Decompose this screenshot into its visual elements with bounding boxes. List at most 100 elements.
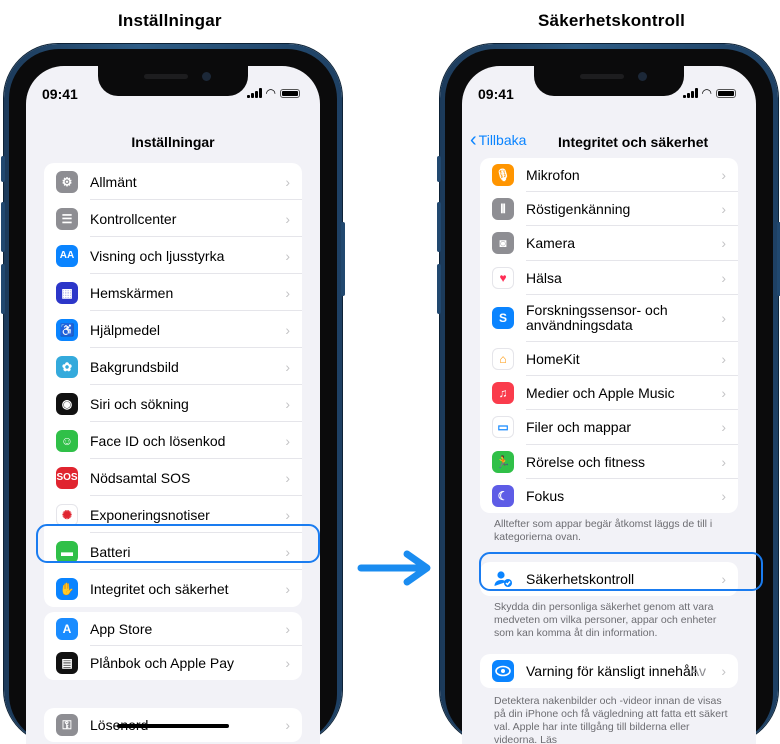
- settings-row-label: Kamera: [526, 235, 576, 252]
- settings-row-label: Integritet och säkerhet: [90, 580, 229, 597]
- arrow-right-icon: [357, 550, 431, 586]
- settings-group-store: A App Store › ▤ Plånbok och Apple Pay ›: [44, 612, 302, 680]
- waveform-icon: ⦀: [492, 198, 514, 221]
- settings-row[interactable]: SOS Nödsamtal SOS ›: [44, 459, 302, 496]
- settings-row-label: Face ID och lösenkod: [90, 432, 226, 449]
- left-screen: 09:41 ◠ Inställningar ⚙ Allmänt › ☰ Kontroll…: [26, 66, 320, 744]
- settings-row[interactable]: ⦀ Röstigenkänning ›: [480, 192, 738, 227]
- back-button[interactable]: ‹ Tillbaka: [470, 130, 527, 150]
- settings-row[interactable]: ✋ Integritet och säkerhet ›: [44, 570, 302, 607]
- settings-row-label: Röstigenkänning: [526, 201, 631, 218]
- eye-warning-icon: [492, 660, 514, 682]
- settings-row-label: Hälsa: [526, 269, 562, 286]
- chevron-right-icon: ›: [285, 506, 290, 523]
- siri-icon: ◉: [56, 392, 78, 415]
- sos-icon: SOS: [56, 466, 78, 489]
- chevron-right-icon: ›: [285, 247, 290, 264]
- settings-row-label: Nödsamtal SOS: [90, 469, 191, 486]
- back-label: Tillbaka: [478, 132, 527, 148]
- settings-row[interactable]: 🎙 Mikrofon ›: [480, 158, 738, 193]
- running-icon: 🏃: [492, 450, 514, 473]
- settings-row[interactable]: ▦ Hemskärmen ›: [44, 274, 302, 311]
- battery-status-icon: [280, 88, 300, 98]
- settings-row[interactable]: ⌂ HomeKit ›: [480, 342, 738, 377]
- settings-row[interactable]: AA Visning och ljusstyrka ›: [44, 237, 302, 274]
- left-phone: 09:41 ◠ Inställningar ⚙ Allmänt › ☰ Kontroll…: [1, 44, 345, 744]
- chevron-right-icon: ›: [721, 201, 726, 218]
- settings-row-label: Hjälpmedel: [90, 321, 161, 338]
- settings-row-label: Mikrofon: [526, 167, 580, 184]
- privacy-group: 🎙 Mikrofon › ⦀ Röstigenkänning › ◙ Kamera › ♥ Häls…: [480, 158, 738, 513]
- toggles-icon: ☰: [56, 207, 78, 230]
- microphone-icon: 🎙: [492, 164, 514, 187]
- home-indicator: [117, 724, 229, 728]
- text-size-icon: AA: [56, 244, 78, 267]
- right-phone: 09:41 ◠ ‹ Tillbaka Integritet och säkerh…: [437, 44, 780, 744]
- settings-row-label: Visning och ljusstyrka: [90, 247, 225, 264]
- left-caption: Inställningar: [118, 11, 222, 30]
- settings-row[interactable]: ☾ Fokus ›: [480, 479, 738, 513]
- settings-row[interactable]: A App Store ›: [44, 612, 302, 646]
- chevron-right-icon: ›: [285, 655, 290, 671]
- hand-icon: ✋: [56, 577, 78, 600]
- sensitive-group: Varning för känsligt innehåll Av ›: [480, 654, 738, 688]
- sensitive-content-label: Varning för känsligt innehåll: [526, 663, 697, 679]
- settings-row-label: Fokus: [526, 487, 565, 504]
- settings-row[interactable]: ♥ Hälsa ›: [480, 261, 738, 295]
- chevron-right-icon: ›: [285, 395, 290, 412]
- settings-row[interactable]: ♫ Medier och Apple Music ›: [480, 376, 738, 411]
- settings-row[interactable]: ✿ Bakgrundsbild ›: [44, 348, 302, 385]
- status-time: 09:41: [42, 86, 78, 102]
- chevron-right-icon: ›: [285, 469, 290, 486]
- camera-icon: ◙: [492, 232, 514, 255]
- moon-icon: ☾: [492, 484, 514, 507]
- settings-row[interactable]: ♿ Hjälpmedel ›: [44, 311, 302, 348]
- key-icon: ⚿: [56, 714, 78, 736]
- chevron-right-icon: ›: [285, 432, 290, 449]
- chevron-right-icon: ›: [721, 351, 726, 368]
- settings-row[interactable]: ◉ Siri och sökning ›: [44, 385, 302, 422]
- sensitive-footnote: Detektera nakenbilder och -videor innan …: [494, 695, 728, 744]
- research-icon: S: [492, 307, 514, 330]
- settings-row[interactable]: S Forskningssensor- och användningsdata ›: [480, 295, 738, 343]
- highlight-privacy-row: [36, 524, 320, 563]
- homekit-icon: ⌂: [492, 348, 514, 371]
- settings-row[interactable]: ▤ Plånbok och Apple Pay ›: [44, 646, 302, 680]
- gear-icon: ⚙: [56, 170, 78, 193]
- chevron-right-icon: ›: [721, 167, 726, 184]
- settings-row-label: Medier och Apple Music: [526, 385, 675, 402]
- chevron-right-icon: ›: [285, 621, 290, 637]
- face-id-icon: ☺: [56, 429, 78, 452]
- chevron-right-icon: ›: [721, 310, 726, 327]
- chevron-right-icon: ›: [285, 321, 290, 338]
- settings-row[interactable]: 🏃 Rörelse och fitness ›: [480, 445, 738, 479]
- settings-row[interactable]: ◙ Kamera ›: [480, 226, 738, 261]
- settings-row-label: Kontrollcenter: [90, 210, 177, 227]
- right-caption: Säkerhetskontroll: [538, 11, 686, 30]
- signal-icon: [246, 88, 262, 98]
- chevron-right-icon: ›: [721, 663, 726, 679]
- settings-row-label: HomeKit: [526, 351, 580, 368]
- settings-row-label: Forskningssensor- och användningsdata: [526, 302, 668, 334]
- heart-icon: ♥: [492, 266, 514, 289]
- settings-row-label: Siri och sökning: [90, 395, 189, 412]
- settings-row[interactable]: ☺ Face ID och lösenkod ›: [44, 422, 302, 459]
- settings-row[interactable]: ☰ Kontrollcenter ›: [44, 200, 302, 237]
- status-time: 09:41: [478, 86, 514, 102]
- wallet-icon: ▤: [56, 652, 78, 674]
- settings-row-label: Filer och mappar: [526, 419, 632, 436]
- battery-status-icon: [716, 88, 736, 98]
- settings-row[interactable]: ⚙ Allmänt ›: [44, 163, 302, 200]
- settings-row[interactable]: ▭ Filer och mappar ›: [480, 410, 738, 445]
- chevron-right-icon: ›: [285, 358, 290, 375]
- right-screen: 09:41 ◠ ‹ Tillbaka Integritet och säkerh…: [462, 66, 756, 744]
- chevron-right-icon: ›: [721, 385, 726, 402]
- sensitive-content-row[interactable]: Varning för känsligt innehåll Av ›: [480, 654, 738, 688]
- folder-icon: ▭: [492, 416, 514, 439]
- sensitive-content-value: Av: [689, 663, 706, 679]
- signal-icon: [682, 88, 698, 98]
- chevron-right-icon: ›: [285, 284, 290, 301]
- settings-row-label: App Store: [90, 621, 153, 637]
- music-icon: ♫: [492, 382, 514, 405]
- status-icons: ◠: [682, 86, 736, 100]
